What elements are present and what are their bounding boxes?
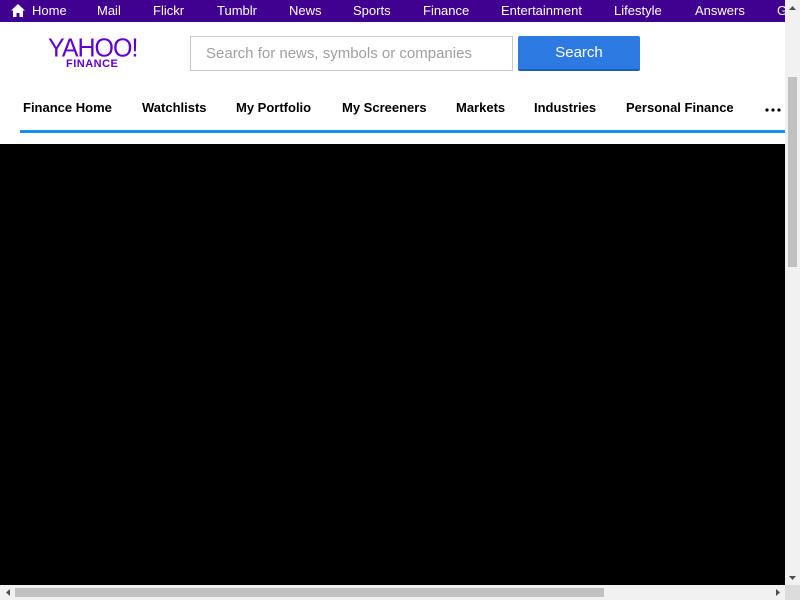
scrollbar-corner xyxy=(785,585,800,600)
scroll-right-button[interactable] xyxy=(770,585,785,600)
top-nav-home[interactable]: Home xyxy=(10,0,67,22)
nav-watchlists[interactable]: Watchlists xyxy=(142,100,207,115)
home-icon xyxy=(11,4,25,17)
nav-my-screeners[interactable]: My Screeners xyxy=(342,100,427,115)
top-nav-news[interactable]: News xyxy=(289,0,322,22)
nav-markets[interactable]: Markets xyxy=(456,100,505,115)
ellipsis-icon[interactable] xyxy=(765,108,781,112)
top-nav-entertainment[interactable]: Entertainment xyxy=(501,0,582,22)
top-nav-label: Home xyxy=(32,3,67,18)
top-nav-tumblr[interactable]: Tumblr xyxy=(217,0,257,22)
scroll-down-button[interactable] xyxy=(785,570,800,585)
top-nav-label: News xyxy=(289,3,322,18)
logo-brand: YAHOO! xyxy=(48,33,138,63)
search-button[interactable]: Search xyxy=(518,36,640,71)
scroll-left-button[interactable] xyxy=(0,585,15,600)
top-nav-label: Tumblr xyxy=(217,3,257,18)
top-nav-label: Sports xyxy=(353,3,391,18)
top-nav-answers[interactable]: Answers xyxy=(695,0,745,22)
nav-finance-home[interactable]: Finance Home xyxy=(23,100,112,115)
nav-my-portfolio[interactable]: My Portfolio xyxy=(236,100,311,115)
top-nav-label: G xyxy=(777,3,785,18)
vertical-scroll-thumb[interactable] xyxy=(788,77,797,267)
finance-nav: Finance Home Watchlists My Portfolio My … xyxy=(0,88,785,132)
top-nav-finance[interactable]: Finance xyxy=(423,0,469,22)
arrow-right-icon xyxy=(775,589,780,596)
search-input[interactable] xyxy=(190,36,513,71)
top-nav-label: Mail xyxy=(97,3,121,18)
top-nav-sports[interactable]: Sports xyxy=(353,0,391,22)
top-nav-lifestyle[interactable]: Lifestyle xyxy=(614,0,662,22)
nav-personal-finance[interactable]: Personal Finance xyxy=(626,100,734,115)
nav-underline xyxy=(20,130,785,133)
top-nav-bar: Home Mail Flickr Tumblr News Sports Fina… xyxy=(0,0,785,22)
horizontal-scrollbar[interactable] xyxy=(0,585,785,600)
scroll-up-button[interactable] xyxy=(785,0,800,15)
top-nav-label: Lifestyle xyxy=(614,3,662,18)
top-nav-label: Flickr xyxy=(153,3,185,18)
yahoo-finance-logo[interactable]: YAHOO! FINANCE xyxy=(48,33,144,72)
top-nav-overflow[interactable]: G xyxy=(777,0,785,22)
content-area xyxy=(0,144,785,586)
arrow-up-icon xyxy=(789,5,796,10)
horizontal-scroll-thumb[interactable] xyxy=(15,588,604,597)
header: YAHOO! FINANCE Search xyxy=(0,22,785,88)
arrow-down-icon xyxy=(789,575,796,580)
top-nav-label: Entertainment xyxy=(501,3,582,18)
nav-industries[interactable]: Industries xyxy=(534,100,596,115)
top-nav-mail[interactable]: Mail xyxy=(97,0,121,22)
top-nav-label: Finance xyxy=(423,3,470,18)
top-nav-label: Answers xyxy=(695,3,745,18)
logo-product: FINANCE xyxy=(66,58,119,70)
arrow-left-icon xyxy=(5,589,10,596)
vertical-scrollbar[interactable] xyxy=(785,0,800,585)
top-nav-flickr[interactable]: Flickr xyxy=(153,0,184,22)
